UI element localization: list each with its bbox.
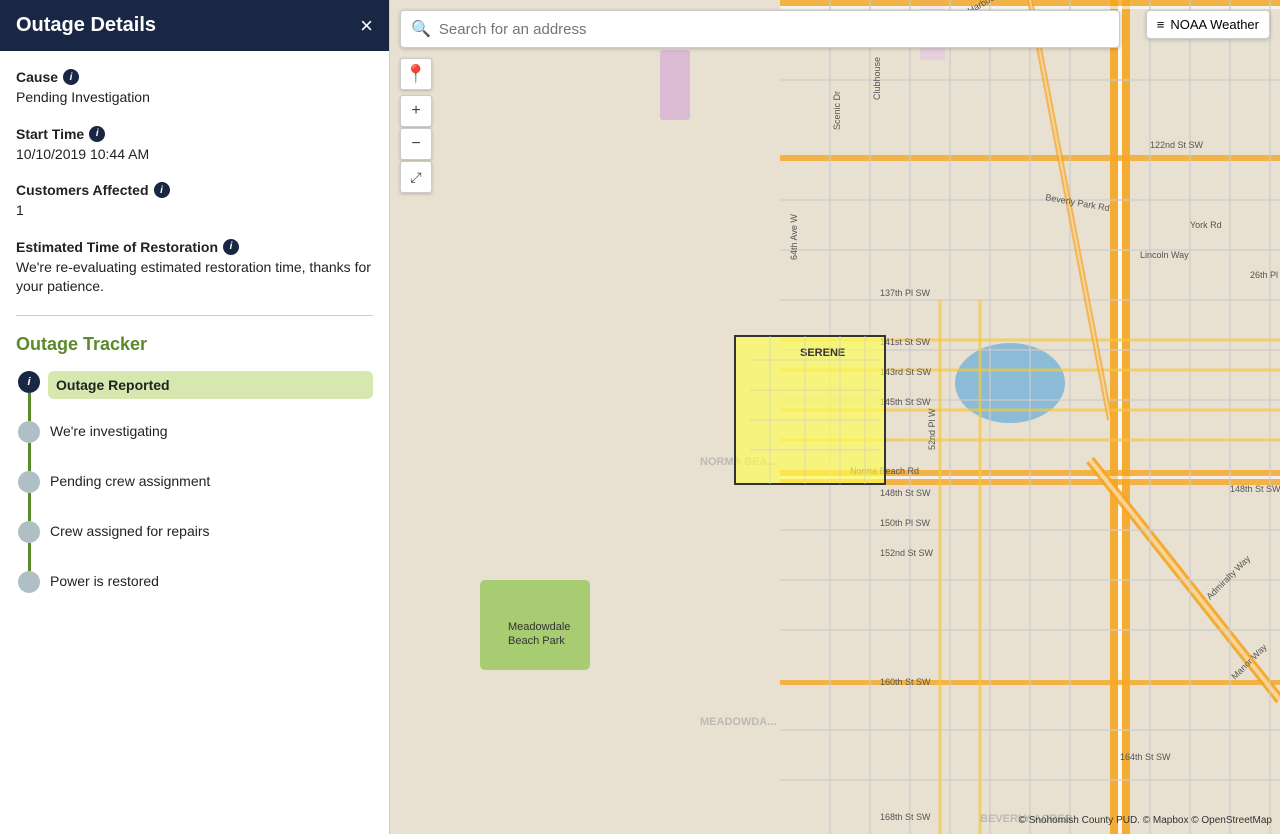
divider bbox=[16, 315, 373, 316]
svg-text:26th Pl W: 26th Pl W bbox=[1250, 270, 1280, 280]
svg-text:141st St SW: 141st St SW bbox=[880, 337, 931, 347]
customers-info-icon[interactable]: i bbox=[154, 182, 170, 198]
svg-text:137th Pl SW: 137th Pl SW bbox=[880, 288, 931, 298]
svg-text:Lincoln Way: Lincoln Way bbox=[1140, 250, 1189, 260]
svg-text:SERENE: SERENE bbox=[800, 347, 845, 359]
close-button[interactable]: × bbox=[360, 15, 373, 37]
svg-text:150th Pl SW: 150th Pl SW bbox=[880, 518, 931, 528]
cause-section: Cause i Pending Investigation bbox=[16, 69, 373, 108]
step-1-label: Outage Reported bbox=[48, 371, 373, 399]
start-time-info-icon[interactable]: i bbox=[89, 126, 105, 142]
step-3: Pending crew assignment bbox=[16, 471, 373, 521]
svg-text:Beach Park: Beach Park bbox=[508, 635, 565, 647]
map-attribution: © Snohomish County PUD. © Mapbox © OpenS… bbox=[1019, 815, 1272, 826]
cause-value: Pending Investigation bbox=[16, 88, 373, 108]
step-2: We're investigating bbox=[16, 421, 373, 471]
step-3-indicator bbox=[16, 471, 42, 521]
zoom-in-button[interactable]: + bbox=[400, 95, 432, 127]
svg-text:164th St SW: 164th St SW bbox=[1120, 752, 1171, 762]
customers-label: Customers Affected i bbox=[16, 182, 373, 198]
tracker-title: Outage Tracker bbox=[16, 334, 373, 355]
svg-text:143rd St SW: 143rd St SW bbox=[880, 367, 932, 377]
noaa-label: NOAA Weather bbox=[1170, 17, 1259, 32]
step-1-line bbox=[28, 393, 31, 421]
step-4-label: Crew assigned for repairs bbox=[50, 521, 373, 567]
cause-label: Cause i bbox=[16, 69, 373, 85]
etr-label: Estimated Time of Restoration i bbox=[16, 239, 373, 255]
svg-text:122nd St SW: 122nd St SW bbox=[1150, 140, 1204, 150]
map-area: Meadowdale Beach Park bbox=[390, 0, 1280, 834]
step-1-indicator: i bbox=[16, 371, 42, 421]
step-3-circle bbox=[18, 471, 40, 493]
location-pin-button[interactable]: 📍 bbox=[400, 58, 432, 90]
start-time-value: 10/10/2019 10:44 AM bbox=[16, 145, 373, 165]
svg-text:145th St SW: 145th St SW bbox=[880, 397, 931, 407]
start-time-label: Start Time i bbox=[16, 126, 373, 142]
customers-section: Customers Affected i 1 bbox=[16, 182, 373, 221]
sidebar-title: Outage Details bbox=[16, 14, 156, 37]
svg-text:Scenic Dr: Scenic Dr bbox=[832, 91, 842, 130]
map-background: Meadowdale Beach Park bbox=[390, 0, 1280, 834]
etr-value: We're re-evaluating estimated restoratio… bbox=[16, 258, 373, 297]
search-icon: 🔍 bbox=[411, 19, 431, 39]
search-input[interactable] bbox=[439, 21, 1109, 38]
step-3-line bbox=[28, 493, 31, 521]
step-3-label: Pending crew assignment bbox=[50, 471, 373, 517]
step-2-circle bbox=[18, 421, 40, 443]
step-1-circle: i bbox=[18, 371, 40, 393]
start-time-section: Start Time i 10/10/2019 10:44 AM bbox=[16, 126, 373, 165]
step-5-indicator bbox=[16, 571, 42, 593]
search-bar: 🔍 bbox=[400, 10, 1120, 48]
sidebar-content: Cause i Pending Investigation Start Time… bbox=[0, 51, 389, 834]
svg-text:160th St SW: 160th St SW bbox=[880, 677, 931, 687]
step-1: i Outage Reported bbox=[16, 371, 373, 421]
map-controls: 📍 + − ⤢ bbox=[400, 58, 432, 193]
customers-value: 1 bbox=[16, 201, 373, 221]
svg-text:52nd Pl W: 52nd Pl W bbox=[927, 408, 937, 450]
svg-text:York Rd: York Rd bbox=[1190, 220, 1222, 230]
step-4-line bbox=[28, 543, 31, 571]
step-4: Crew assigned for repairs bbox=[16, 521, 373, 571]
step-5: Power is restored bbox=[16, 571, 373, 593]
svg-text:148th St SW: 148th St SW bbox=[880, 488, 931, 498]
sidebar: Outage Details × Cause i Pending Investi… bbox=[0, 0, 390, 834]
svg-text:64th Ave W: 64th Ave W bbox=[789, 214, 799, 260]
tracker-steps: i Outage Reported We're investigating bbox=[16, 371, 373, 593]
step-2-line bbox=[28, 443, 31, 471]
svg-text:Clubhouse: Clubhouse bbox=[872, 57, 882, 100]
svg-text:148th St SW: 148th St SW bbox=[1230, 484, 1280, 494]
svg-text:MEADOWDA...: MEADOWDA... bbox=[700, 716, 776, 728]
step-4-circle bbox=[18, 521, 40, 543]
etr-info-icon[interactable]: i bbox=[223, 239, 239, 255]
fullscreen-button[interactable]: ⤢ bbox=[400, 161, 432, 193]
svg-text:152nd St SW: 152nd St SW bbox=[880, 548, 934, 558]
zoom-out-button[interactable]: − bbox=[400, 128, 432, 160]
noaa-icon: ≡ bbox=[1157, 17, 1165, 32]
sidebar-header: Outage Details × bbox=[0, 0, 389, 51]
etr-section: Estimated Time of Restoration i We're re… bbox=[16, 239, 373, 297]
step-4-indicator bbox=[16, 521, 42, 571]
cause-info-icon[interactable]: i bbox=[63, 69, 79, 85]
step-5-circle bbox=[18, 571, 40, 593]
step-2-label: We're investigating bbox=[50, 421, 373, 467]
noaa-weather-button[interactable]: ≡ NOAA Weather bbox=[1146, 10, 1270, 39]
svg-text:168th St SW: 168th St SW bbox=[880, 812, 931, 822]
step-5-label: Power is restored bbox=[50, 571, 373, 589]
svg-text:Meadowdale: Meadowdale bbox=[508, 621, 570, 633]
outage-tracker: Outage Tracker i Outage Reported bbox=[16, 334, 373, 593]
step-2-indicator bbox=[16, 421, 42, 471]
